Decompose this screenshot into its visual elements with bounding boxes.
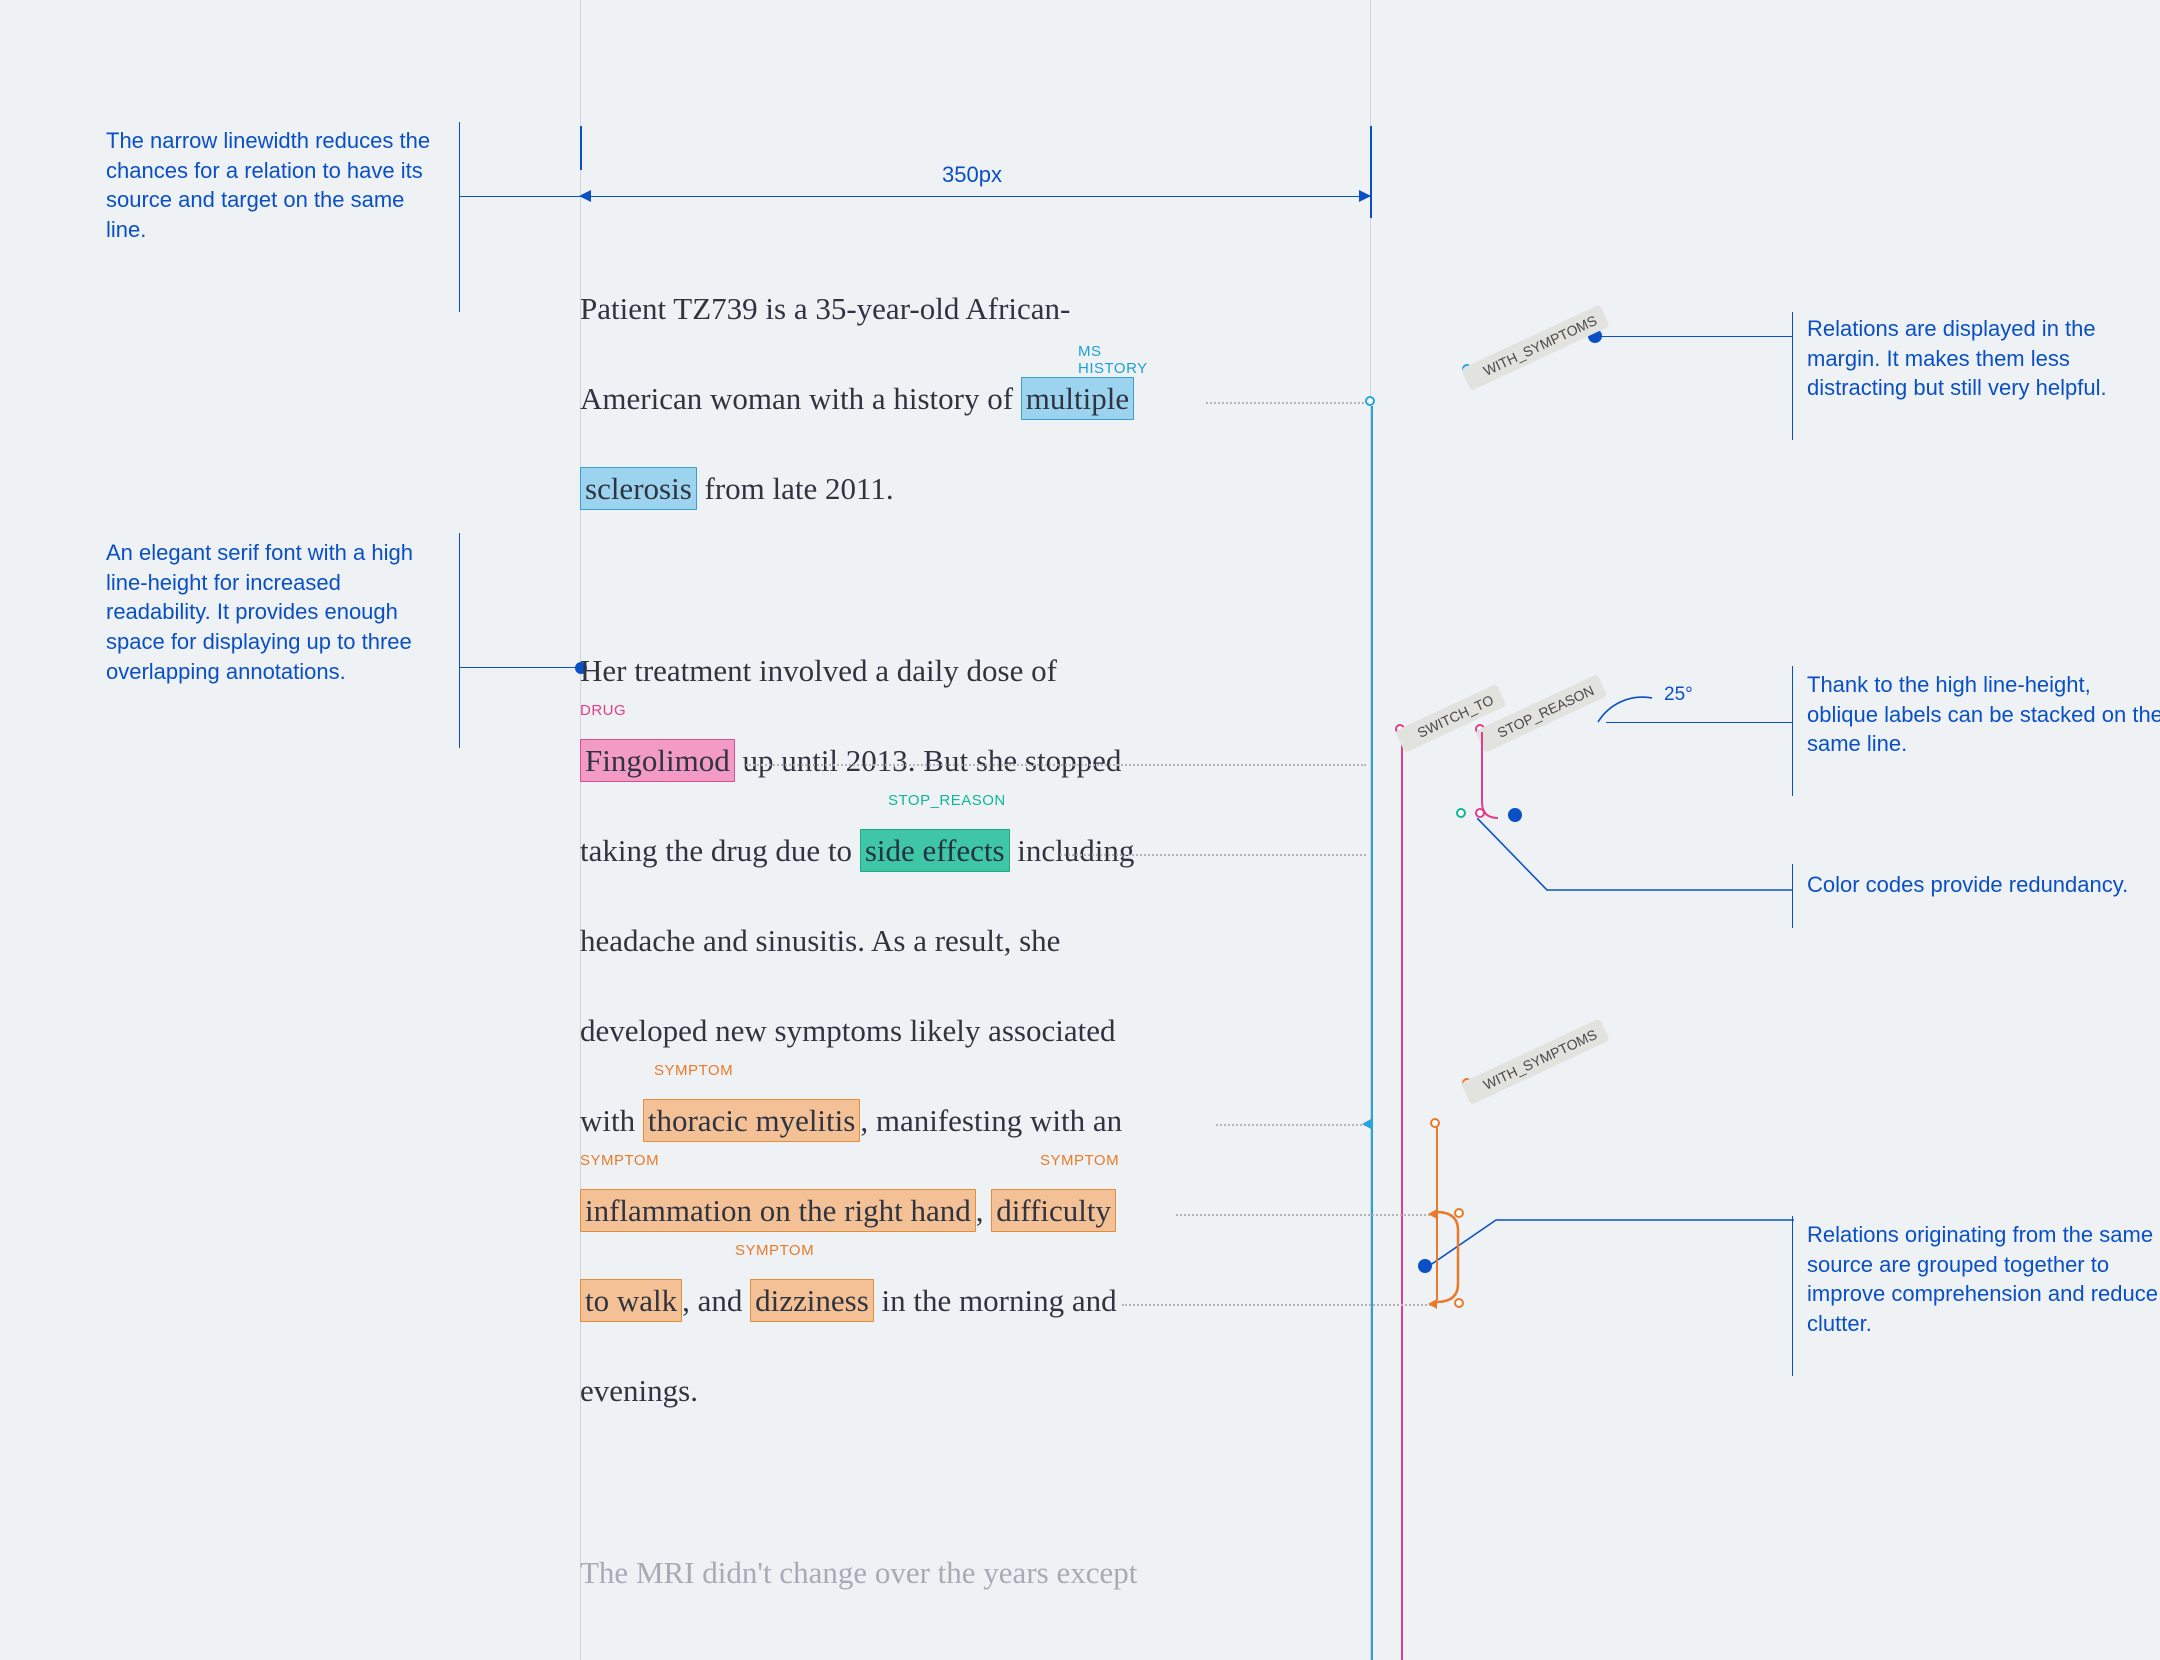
p2-l3-c: taking the drug due to <box>580 833 860 868</box>
arrow-tm-blue <box>1362 1119 1371 1129</box>
dim-arrow-right <box>1359 190 1371 202</box>
dim-tick-right <box>1370 126 1372 218</box>
entity-thoracic-myelitis[interactable]: thoracic myelitis <box>643 1099 860 1142</box>
rule-left1-h <box>459 196 580 197</box>
p1-line3: sclerosis from late 2011. <box>580 444 894 534</box>
p2-line7: inflammation on the right hand, difficul… <box>580 1166 1116 1256</box>
p2-l8-j: , and <box>682 1283 750 1318</box>
callout-color-codes: Color codes provide redundancy. <box>1807 870 2160 900</box>
tag-ms: MS <box>1078 343 1102 360</box>
p2-line8: to walk, and dizziness in the morning an… <box>580 1256 1117 1346</box>
dim-line <box>580 196 1370 197</box>
entity-sclerosis[interactable]: sclerosis <box>580 467 697 510</box>
p2-l6-h: , manifesting with an <box>860 1103 1122 1138</box>
callout-relations-grouped: Relations originating from the same sour… <box>1807 1220 2160 1339</box>
p2-line3: taking the drug due to side effects incl… <box>580 806 1134 896</box>
dim-arrow-left <box>579 190 591 202</box>
entity-multiple[interactable]: multiple <box>1021 377 1134 420</box>
rule-r1-h <box>1595 336 1792 337</box>
dim-label-350: 350px <box>942 162 1002 188</box>
dots-tm <box>1216 1124 1366 1126</box>
p2-l2-b: up until 2013. But she stopped <box>735 743 1122 778</box>
callout-serif-font: An elegant serif font with a high line-h… <box>106 538 446 686</box>
p2-l7-i: , <box>976 1193 992 1228</box>
entity-inflammation[interactable]: inflammation on the right hand <box>580 1189 976 1232</box>
tag-history: HISTORY <box>1078 360 1148 377</box>
leader-left2 <box>459 667 577 668</box>
dots-se <box>1060 854 1366 856</box>
callout-narrow-linewidth: The narrow linewidth reduces the chances… <box>106 126 446 245</box>
p2-l8-k: in the morning and <box>874 1283 1117 1318</box>
node-tm <box>1430 1118 1440 1128</box>
p2-line1: Her treatment involved a daily dose of <box>580 626 1057 716</box>
dots-drug <box>746 764 1366 766</box>
rule-r4-slope <box>1426 1218 1796 1270</box>
callout-oblique-labels: Thank to the high line-height, oblique l… <box>1807 670 2160 759</box>
p2-line2: Fingolimod up until 2013. But she stoppe… <box>580 716 1121 806</box>
entity-dizziness[interactable]: dizziness <box>750 1279 874 1322</box>
dots-inflam <box>1176 1214 1434 1216</box>
entity-to-walk[interactable]: to walk <box>580 1279 682 1322</box>
p1-l3-d: from late 2011. <box>697 471 894 506</box>
rule-r3-slope <box>1477 818 1795 900</box>
leader-r3-dot <box>1508 808 1522 822</box>
angle-label: 25° <box>1664 684 1693 706</box>
p2-l3-d: including <box>1010 833 1135 868</box>
p1-line2: American woman with a history of multipl… <box>580 354 1134 444</box>
rule-r2-v <box>1792 666 1793 796</box>
vline-drug <box>1401 734 1403 1660</box>
p3-line1: The MRI didn't change over the years exc… <box>580 1528 1137 1618</box>
p1-line1: Patient TZ739 is a 35-year-old African- <box>580 264 1070 354</box>
dim-tick-left <box>580 126 582 170</box>
callout-relations-margin: Relations are displayed in the margin. I… <box>1807 314 2160 403</box>
vline-ms <box>1371 406 1373 1660</box>
p2-l6-g: with <box>580 1103 643 1138</box>
dots-dizz <box>1122 1304 1434 1306</box>
bracket-symptoms <box>1436 1200 1470 1314</box>
p1-l2-a: American woman with a history of <box>580 381 1021 416</box>
entity-difficulty[interactable]: difficulty <box>991 1189 1116 1232</box>
rule-r1-v <box>1792 312 1793 440</box>
leader-r4-dot <box>1418 1259 1432 1273</box>
rule-left1-v <box>459 122 460 312</box>
entity-side-effects[interactable]: side effects <box>860 829 1010 872</box>
node-se-green <box>1456 808 1466 818</box>
rel-with-symptoms-1: WITH_SYMPTOMS <box>1461 304 1610 391</box>
entity-fingolimod[interactable]: Fingolimod <box>580 739 735 782</box>
node-se-pink <box>1475 808 1485 818</box>
p2-line9: evenings. <box>580 1346 698 1436</box>
rel-with-symptoms-2: WITH_SYMPTOMS <box>1461 1018 1610 1105</box>
p2-line4: headache and sinusitis. As a result, she <box>580 896 1060 986</box>
dots-ms <box>1206 402 1364 404</box>
node-ms <box>1365 396 1375 406</box>
rule-left2-v <box>459 533 460 748</box>
